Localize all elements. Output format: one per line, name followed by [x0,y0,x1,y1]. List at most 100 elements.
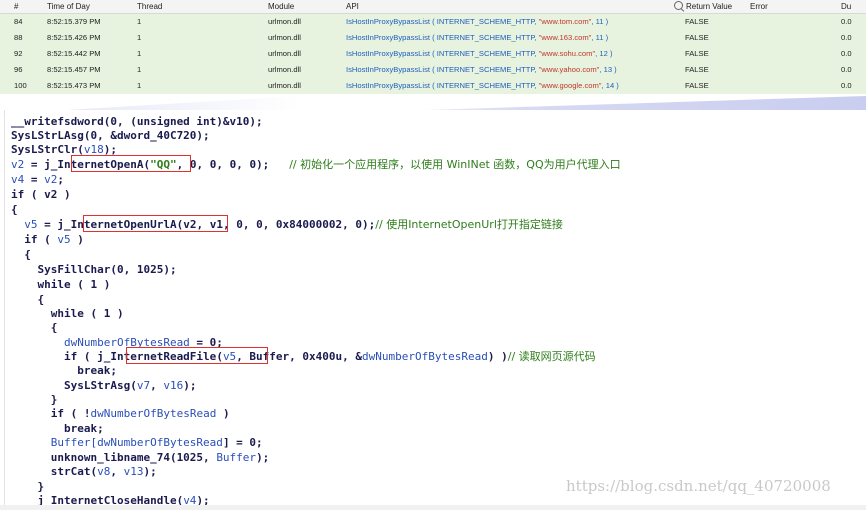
code-text: ] = 0; [222,436,263,449]
code-line: if ( v5 ) [11,232,84,247]
code-text: while ( 1 ) [11,307,124,320]
code-text: unknown_libname_74(1025, [11,451,217,464]
row-number: 100 [14,81,27,90]
code-text: ; [57,173,64,186]
table-header: # Time of Day Thread Module API Return V… [0,0,866,14]
row-duration: 0.0 [841,81,852,90]
table-row[interactable]: 96 8:52:15.457 PM 1 urlmon.dll IsHostInP… [0,62,866,79]
row-number: 84 [14,17,23,26]
code-text: ); [143,465,157,478]
table-row[interactable]: 100 8:52:15.473 PM 1 urlmon.dll IsHostIn… [0,78,866,95]
row-thread: 1 [137,17,142,26]
bottom-border [0,505,866,510]
api-host-string: "www.yahoo.com" [538,65,600,74]
code-line: { [11,320,58,335]
code-text: { [11,248,31,261]
row-api: IsHostInProxyBypassList ( INTERNET_SCHEM… [346,14,682,30]
highlight-internet-open-url-box [83,215,228,232]
col-header-module[interactable]: Module [268,0,342,13]
row-number: 96 [14,65,23,74]
api-call-tail: , 12 ) [595,49,613,58]
code-text: = [24,173,45,186]
api-host-string: "www.163.com" [538,33,592,42]
code-text: , [110,465,124,478]
code-text: break; [11,364,117,377]
code-line: unknown_libname_74(1025, Buffer); [11,450,270,465]
code-var: v7 [136,379,151,392]
col-header-duration[interactable]: Du [841,0,866,13]
highlight-internet-open-box [71,155,191,172]
code-text: = [24,158,45,171]
api-call: IsHostInProxyBypassList ( INTERNET_SCHEM… [346,81,539,90]
code-text: strCat( [11,465,98,478]
row-thread: 1 [137,33,142,42]
code-text: ) [70,233,84,246]
code-text: if ( [11,350,98,363]
row-module: urlmon.dll [268,81,301,90]
row-api: IsHostInProxyBypassList ( INTERNET_SCHEM… [346,78,682,94]
code-text: } [11,480,45,493]
row-time: 8:52:15.473 PM [47,81,101,90]
col-header-return-value[interactable]: Return Value [674,0,744,13]
code-text: SysLStrAsg( [11,379,137,392]
decompiled-code-view: __writefsdword(0, (unsigned int)&v10); S… [4,110,866,510]
code-line: break; [11,421,104,436]
api-host-string: "www.google.com" [538,81,602,90]
row-duration: 0.0 [841,49,852,58]
code-var: Buffer [216,451,257,464]
col-header-number[interactable]: # [14,0,40,13]
code-text: , 0, 0, 0, 0); [176,158,290,171]
row-thread: 1 [137,81,142,90]
api-call: IsHostInProxyBypassList ( INTERNET_SCHEM… [346,17,539,26]
row-duration: 0.0 [841,17,852,26]
api-call-tail: , 13 ) [599,65,617,74]
table-row[interactable]: 84 8:52:15.379 PM 1 urlmon.dll IsHostInP… [0,14,866,31]
code-text: , [150,379,164,392]
code-line: { [11,247,31,262]
search-icon[interactable] [674,1,683,10]
row-return-value: FALSE [685,33,709,42]
highlight-internet-read-file-box [126,347,268,364]
code-comment: // 初始化一个应用程序，以使用 WinINet 函数，QQ为用户代理入口 [289,158,621,171]
code-line: while ( 1 ) [11,277,110,292]
api-call-tail: , 14 ) [601,81,619,90]
code-text: ); [183,379,197,392]
code-text: { [11,293,45,306]
row-module: urlmon.dll [268,65,301,74]
code-text: } [11,393,58,406]
col-header-error[interactable]: Error [750,0,838,13]
code-line: v4 = v2; [11,172,64,187]
code-text: SysFillChar(0, 1025); [11,263,177,276]
table-row[interactable]: 88 8:52:15.426 PM 1 urlmon.dll IsHostInP… [0,30,866,47]
col-header-time[interactable]: Time of Day [47,0,131,13]
row-duration: 0.0 [841,33,852,42]
col-header-thread[interactable]: Thread [137,0,257,13]
code-var: v2 [11,158,25,171]
code-text: if ( ! [11,407,91,420]
api-call-tail: , 11 ) [591,17,609,26]
code-text: if ( [11,233,58,246]
code-line: SysLStrAsg(v7, v16); [11,378,197,393]
row-time: 8:52:15.442 PM [47,49,101,58]
table-row[interactable]: 92 8:52:15.442 PM 1 urlmon.dll IsHostInP… [0,46,866,63]
code-text: ) ) [487,350,508,363]
code-line: if ( v2 ) [11,187,71,202]
code-text: { [11,203,18,216]
row-api: IsHostInProxyBypassList ( INTERNET_SCHEM… [346,46,682,62]
row-time: 8:52:15.426 PM [47,33,101,42]
row-return-value: FALSE [685,81,709,90]
code-line: { [11,292,44,307]
code-line: SysLStrLAsg(0, &dword_40C720); [11,128,210,143]
code-line: if ( j_InternetReadFile(v5, Buffer, 0x40… [11,349,596,364]
code-text: ) [216,407,230,420]
code-var: v5 [57,233,71,246]
row-duration: 0.0 [841,65,852,74]
code-line: } [11,479,44,494]
col-header-return-label: Return Value [686,2,733,11]
code-line: } [11,392,58,407]
col-header-api[interactable]: API [346,0,682,13]
row-return-value: FALSE [685,65,709,74]
code-text: { [11,321,58,334]
code-line: break; [11,363,117,378]
row-time: 8:52:15.457 PM [47,65,101,74]
